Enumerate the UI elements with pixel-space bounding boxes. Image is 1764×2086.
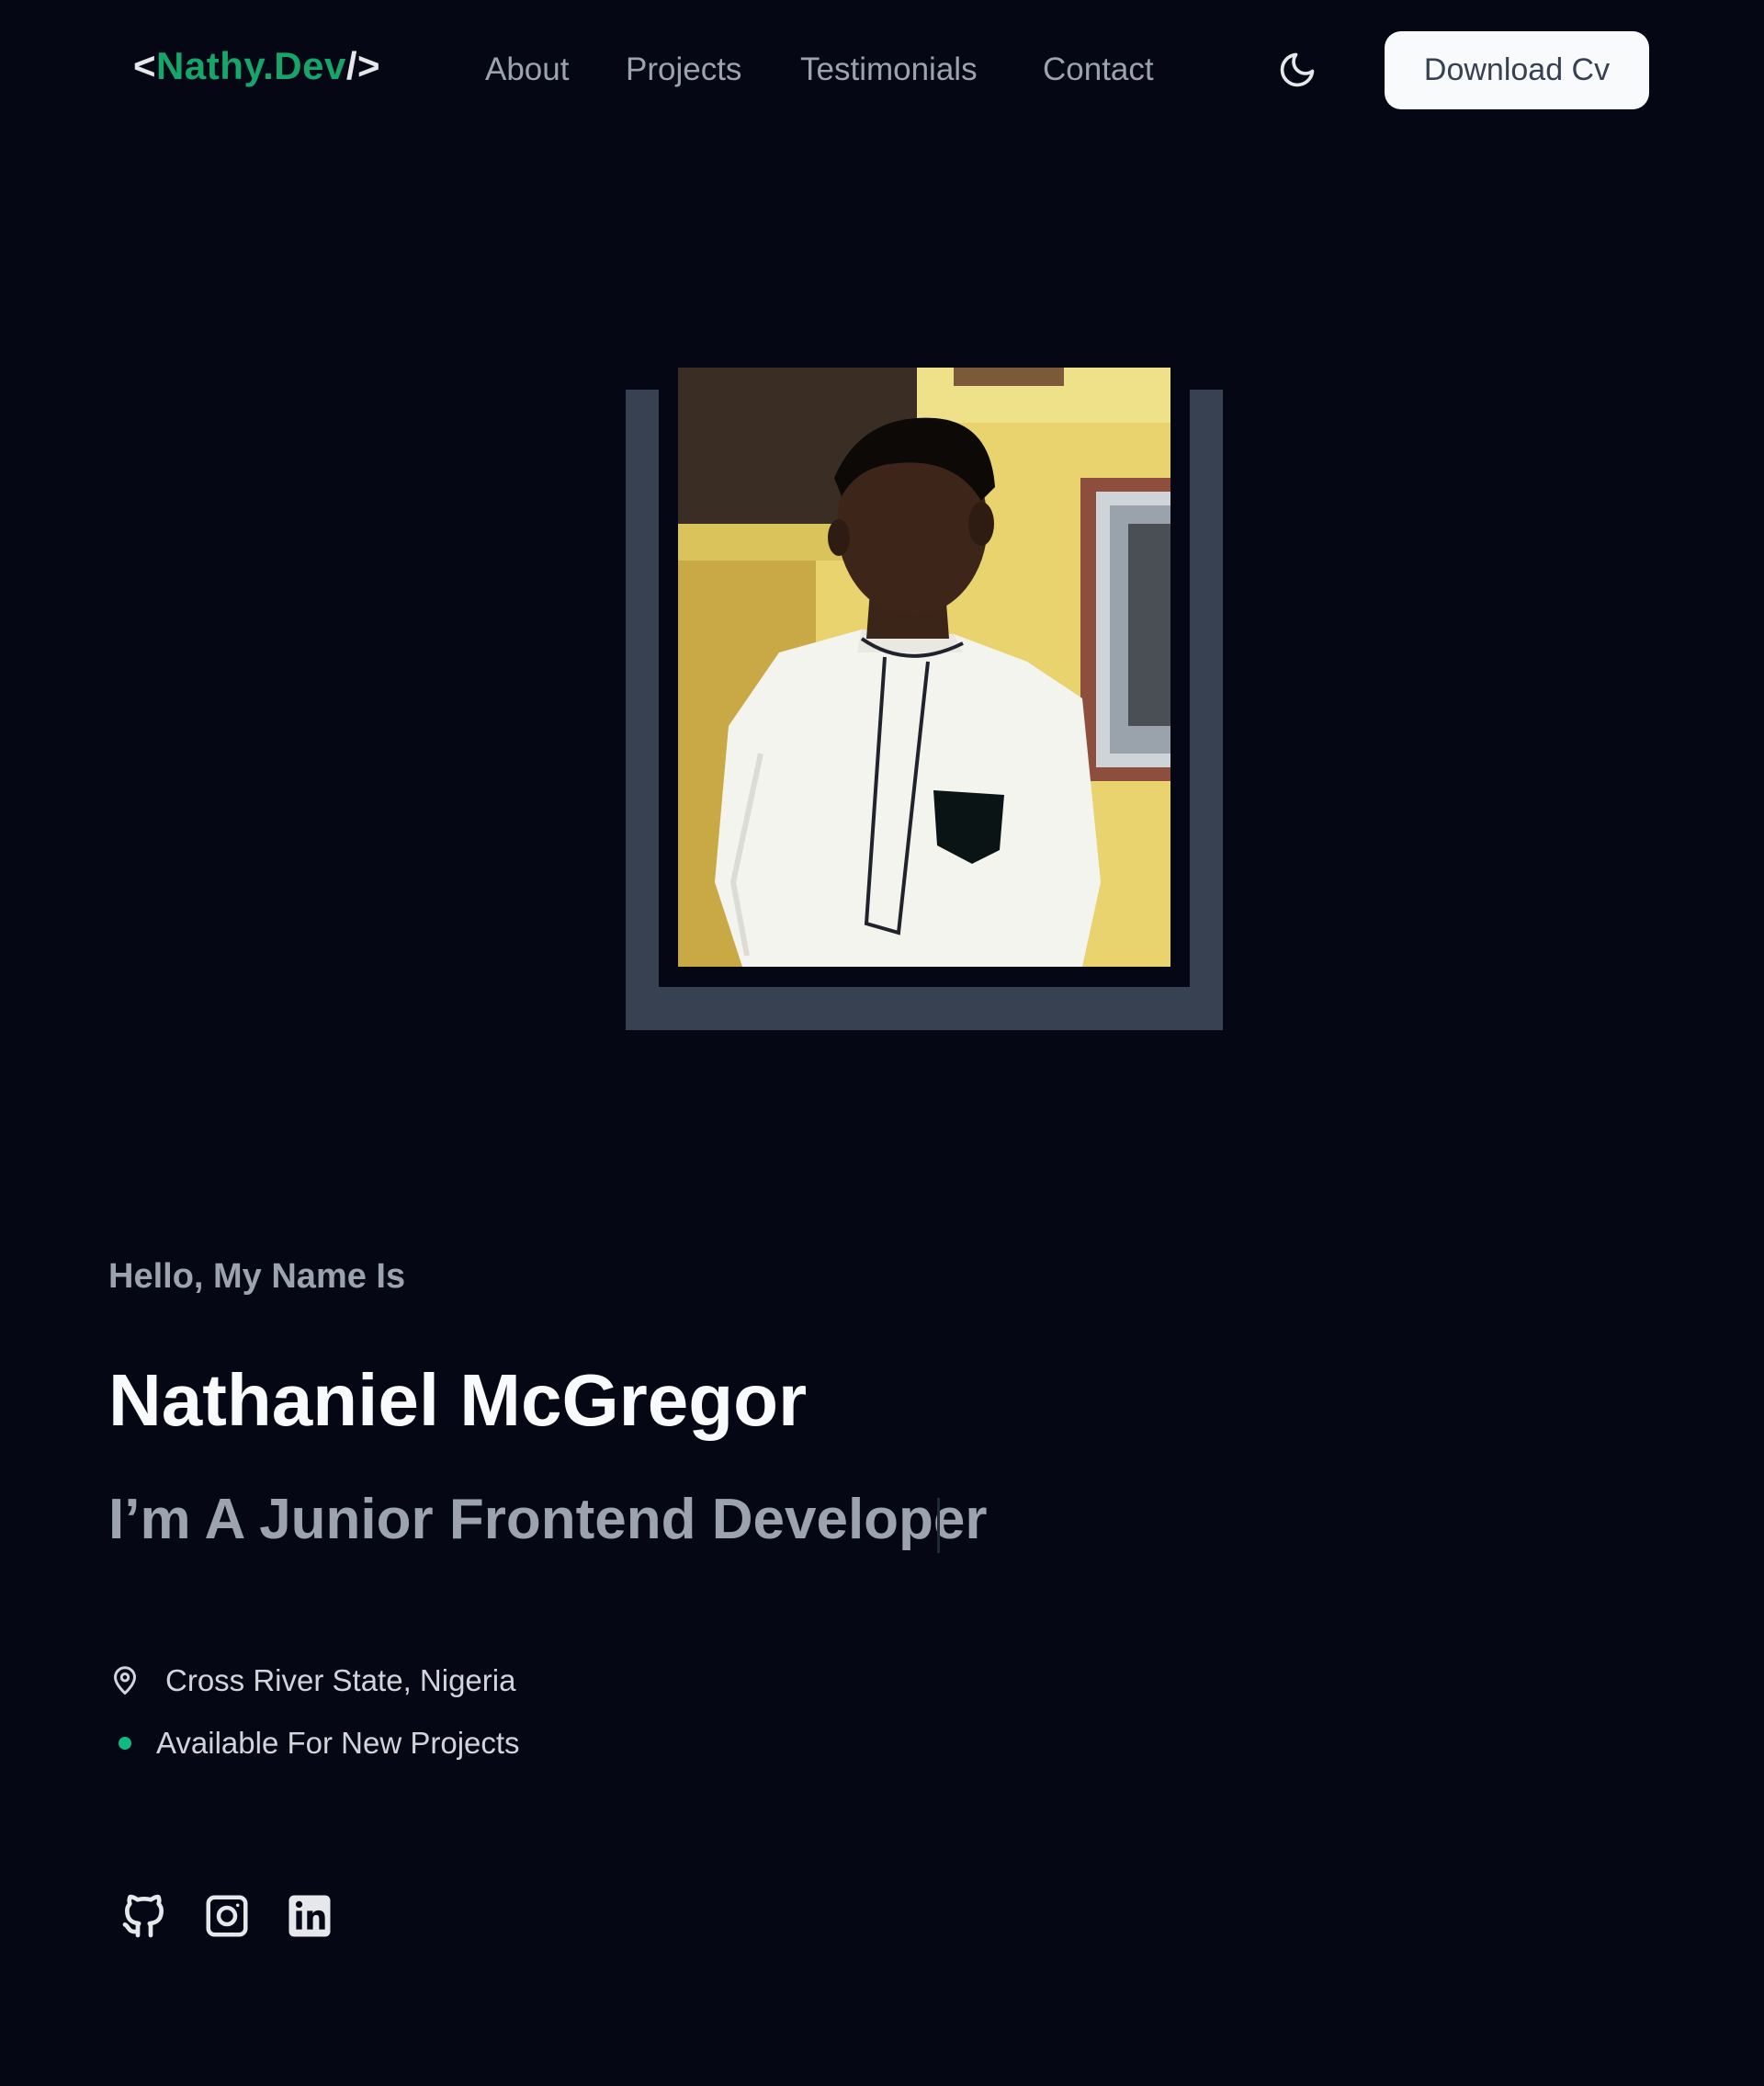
availability-row: Available For New Projects: [108, 1726, 520, 1761]
nav-testimonials[interactable]: Testimonials: [800, 51, 978, 88]
nav-about[interactable]: About: [485, 51, 569, 88]
logo-close-bracket: />: [345, 44, 381, 87]
profile-photo: [678, 368, 1170, 967]
profile-photo-illustration: [678, 368, 1170, 967]
nav-contact[interactable]: Contact: [1043, 51, 1154, 88]
hero-role: I’m A Junior Frontend Developer: [108, 1488, 988, 1551]
linkedin-icon: [288, 1895, 331, 1937]
map-pin-icon: [114, 1666, 136, 1695]
nav-projects[interactable]: Projects: [626, 51, 741, 88]
page: <Nathy.Dev/> About Projects Testimonials…: [0, 0, 1764, 2086]
linkedin-link[interactable]: [283, 1889, 336, 1943]
logo-brand: Nathy.Dev: [156, 44, 346, 87]
download-cv-button[interactable]: Download Cv: [1385, 31, 1649, 109]
greeting-text: Hello, My Name Is: [108, 1257, 406, 1296]
typing-caret: [937, 1498, 940, 1553]
availability-text: Available For New Projects: [156, 1726, 520, 1760]
logo[interactable]: <Nathy.Dev/>: [133, 44, 380, 88]
logo-open-bracket: <: [133, 44, 157, 87]
moon-icon: [1280, 52, 1315, 87]
instagram-icon: [206, 1895, 248, 1937]
hero-name: Nathaniel McGregor: [108, 1359, 808, 1441]
github-icon: [122, 1894, 164, 1938]
status-dot: [119, 1737, 131, 1750]
social-links: [118, 1889, 336, 1943]
github-link[interactable]: [118, 1889, 171, 1943]
location-row: Cross River State, Nigeria: [108, 1663, 515, 1698]
location-text: Cross River State, Nigeria: [165, 1663, 516, 1697]
theme-toggle-button[interactable]: [1277, 50, 1317, 90]
instagram-link[interactable]: [200, 1889, 254, 1943]
